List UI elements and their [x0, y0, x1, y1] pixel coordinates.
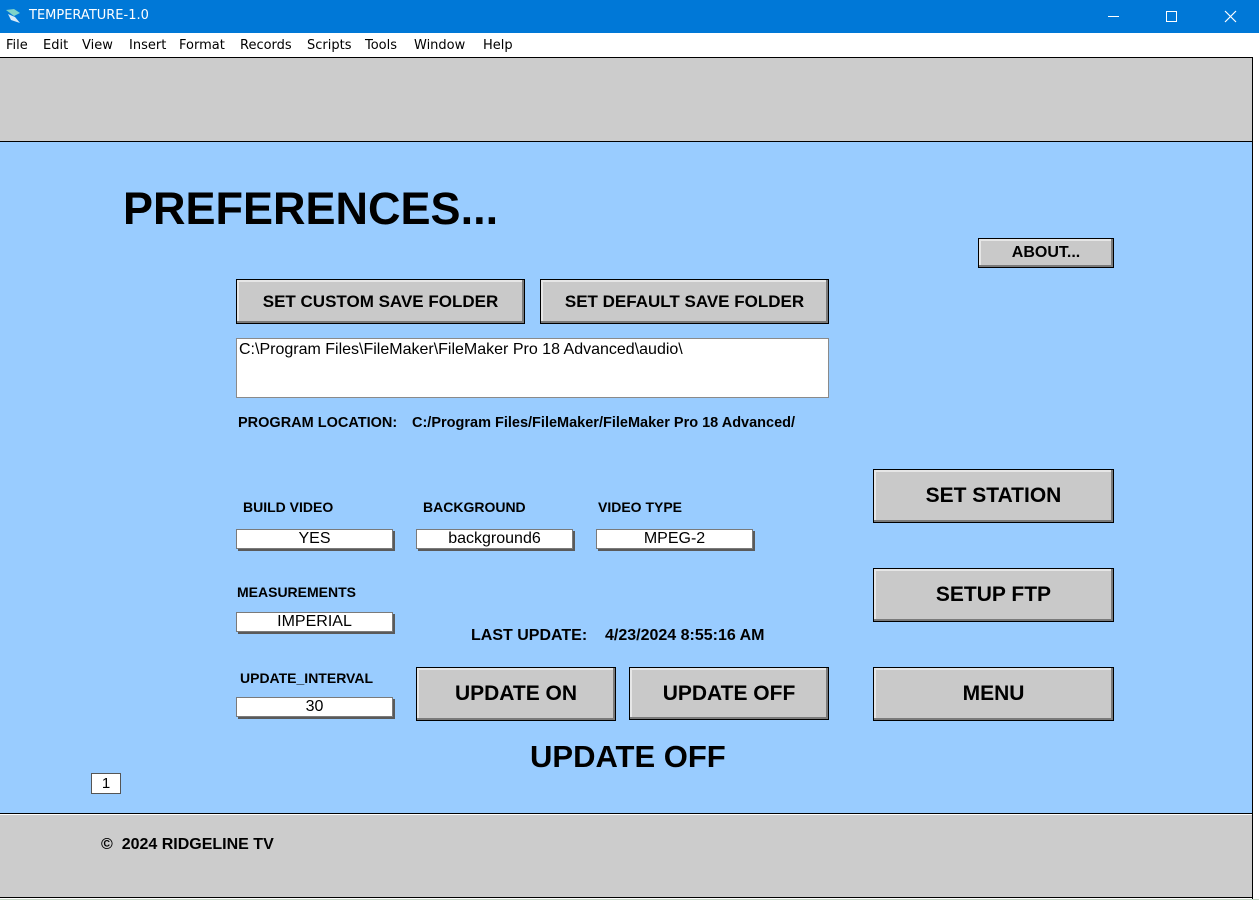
menubar: File Edit View Insert Format Records Scr… — [0, 33, 1259, 57]
set-custom-save-folder-button[interactable]: SET CUSTOM SAVE FOLDER — [236, 279, 525, 324]
copyright-symbol: © — [101, 836, 113, 853]
measurements-field[interactable]: IMPERIAL — [236, 612, 393, 632]
menu-records[interactable]: Records — [240, 38, 292, 53]
last-update-label: LAST UPDATE: — [471, 627, 588, 644]
menu-insert[interactable]: Insert — [129, 38, 166, 53]
minimize-icon — [1107, 16, 1119, 17]
background-label: BACKGROUND — [423, 499, 526, 515]
set-default-save-folder-button[interactable]: SET DEFAULT SAVE FOLDER — [540, 279, 829, 324]
maximize-button[interactable] — [1142, 0, 1200, 33]
build-video-field[interactable]: YES — [236, 529, 393, 549]
menu-scripts[interactable]: Scripts — [307, 38, 351, 53]
menu-file[interactable]: File — [6, 38, 28, 53]
footer-band — [0, 815, 1252, 898]
maximize-icon — [1165, 11, 1177, 22]
window-edge — [1252, 57, 1253, 899]
close-icon — [1224, 10, 1236, 23]
save-folder-path-field[interactable]: C:\Program Files\FileMaker\FileMaker Pro… — [236, 338, 829, 398]
window-titlebar: TEMPERATURE-1.0 — [0, 0, 1259, 33]
update-status-text: UPDATE OFF — [530, 739, 726, 774]
setup-ftp-button[interactable]: SETUP FTP — [873, 568, 1114, 622]
close-button[interactable] — [1201, 0, 1259, 33]
measurements-label: MEASUREMENTS — [237, 584, 357, 600]
menu-button[interactable]: MENU — [873, 667, 1114, 721]
update-on-button[interactable]: UPDATE ON — [416, 667, 616, 721]
set-station-button[interactable]: SET STATION — [873, 469, 1114, 523]
copyright-text: © 2024 RIDGELINE TV — [101, 836, 274, 854]
about-button[interactable]: ABOUT... — [978, 238, 1114, 268]
menu-view[interactable]: View — [82, 38, 113, 53]
minimize-button[interactable] — [1084, 0, 1142, 33]
menu-tools[interactable]: Tools — [365, 38, 397, 53]
menu-edit[interactable]: Edit — [43, 38, 68, 53]
menu-help[interactable]: Help — [483, 38, 513, 53]
last-update-value: 4/23/2024 8:55:16 AM — [605, 627, 765, 644]
build-video-label: BUILD VIDEO — [243, 499, 334, 515]
program-location-label: PROGRAM LOCATION: — [238, 415, 398, 431]
video-type-field[interactable]: MPEG-2 — [596, 529, 753, 549]
window-title: TEMPERATURE-1.0 — [29, 8, 149, 23]
page-title: PREFERENCES... — [123, 183, 499, 234]
program-location-value: C:/Program Files/FileMaker/FileMaker Pro… — [412, 415, 796, 431]
background-field[interactable]: background6 — [416, 529, 573, 549]
update-off-button[interactable]: UPDATE OFF — [629, 667, 829, 720]
header-band — [0, 57, 1253, 142]
video-type-label: VIDEO TYPE — [598, 499, 683, 515]
app-icon — [6, 9, 20, 23]
copyright-owner: 2024 RIDGELINE TV — [121, 836, 274, 853]
update-interval-label: UPDATE_INTERVAL — [240, 670, 374, 686]
record-number-box: 1 — [91, 773, 121, 794]
update-interval-field[interactable]: 30 — [236, 697, 393, 717]
menu-format[interactable]: Format — [179, 38, 225, 53]
menu-window[interactable]: Window — [414, 38, 465, 53]
bottom-strip — [0, 899, 1259, 904]
